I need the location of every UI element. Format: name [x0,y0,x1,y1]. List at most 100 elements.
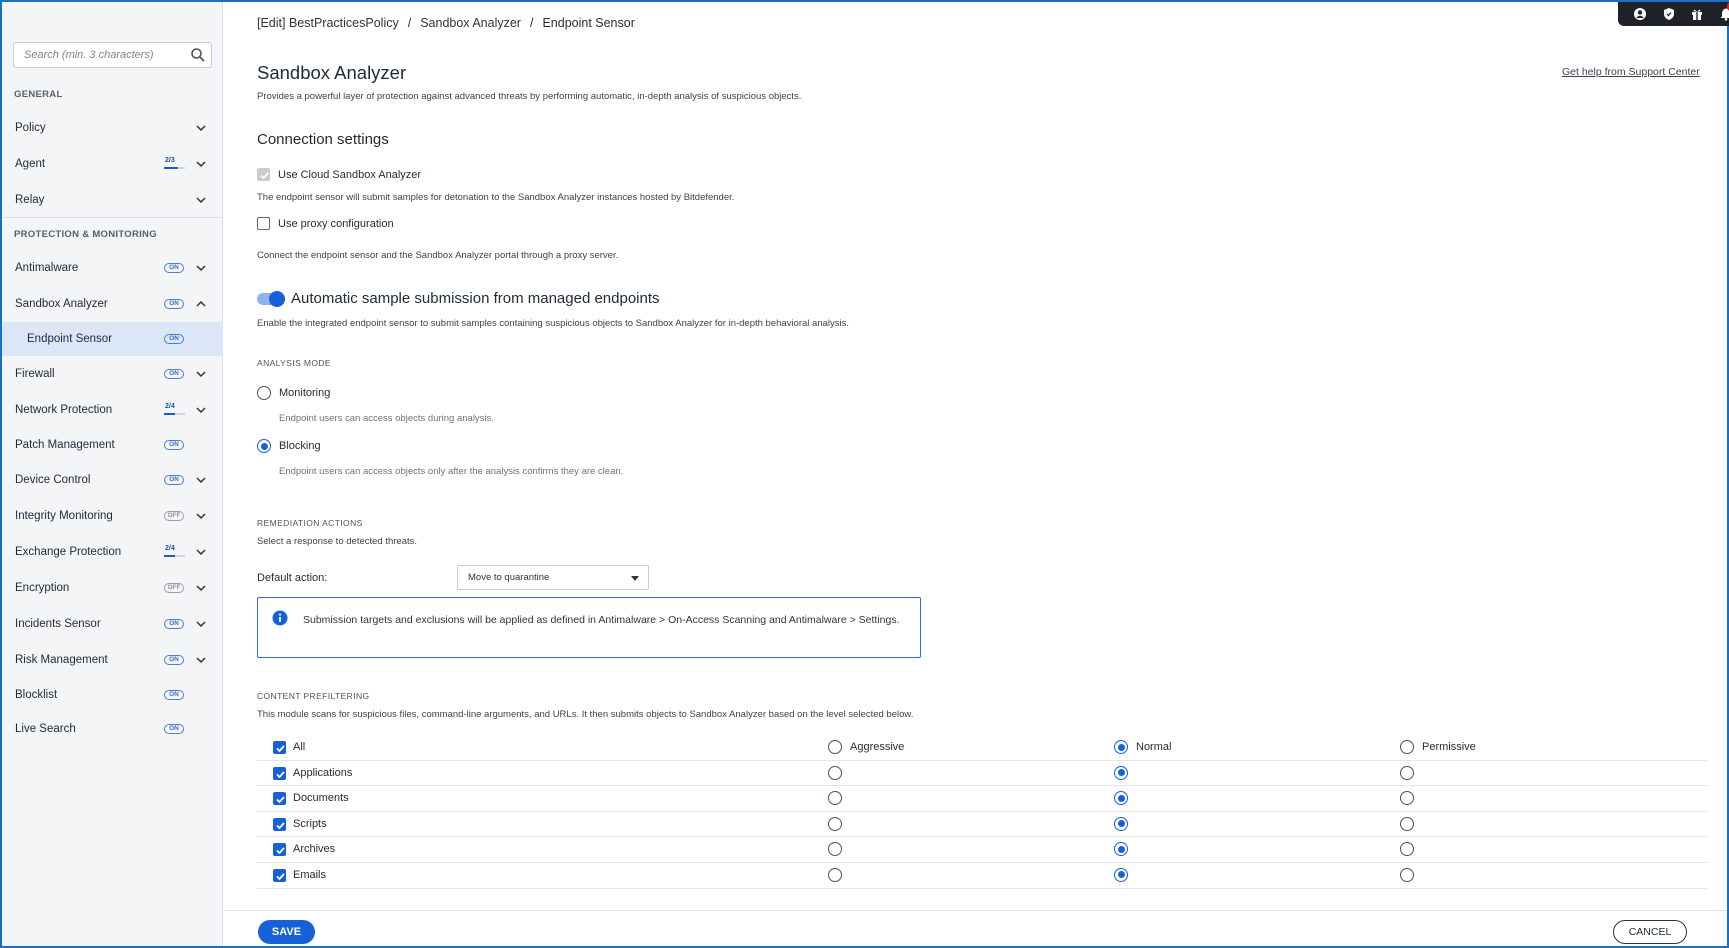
search-input[interactable] [14,43,186,67]
sidebar-item-agent[interactable]: Agent 2/3 [2,147,223,181]
normal-radio[interactable] [1114,765,1128,780]
normal-label[interactable]: Normal [1136,741,1171,753]
normal-radio[interactable] [1114,867,1128,882]
sidebar-item-incidents-sensor[interactable]: Incidents Sensor ON [2,607,223,641]
all-checkbox[interactable] [273,741,286,754]
aggressive-radio[interactable] [828,867,842,882]
save-button[interactable]: SAVE [258,920,315,944]
normal-radio[interactable] [1114,816,1128,831]
search-icon[interactable] [190,47,206,63]
sidebar-item-device-control[interactable]: Device Control ON [2,463,223,497]
status-badge: OFF [164,511,184,521]
chevron-down-icon[interactable] [195,158,207,170]
normal-radio[interactable] [1114,740,1128,754]
sidebar-item-endpoint-sensor[interactable]: Endpoint Sensor ON [2,322,223,356]
progress-fill [164,167,179,169]
permissive-radio[interactable] [1400,791,1414,806]
sidebar-item-label: Patch Management [15,439,115,451]
sidebar-item-sandbox-analyzer[interactable]: Sandbox Analyzer ON [2,287,223,321]
use-proxy-checkbox[interactable] [257,217,270,230]
emails-checkbox[interactable] [273,868,286,882]
sidebar-item-live-search[interactable]: Live Search ON [2,712,223,746]
page-description: Provides a powerful layer of protection … [257,91,802,102]
aggressive-radio[interactable] [828,816,842,831]
cancel-button[interactable]: CANCEL [1613,920,1687,944]
sidebar-item-label: Firewall [15,368,55,380]
shield-icon[interactable] [1662,7,1676,21]
documents-checkbox[interactable] [273,792,286,806]
status-badge: ON [164,334,184,344]
chevron-down-icon[interactable] [195,404,207,416]
permissive-radio[interactable] [1400,740,1414,754]
archives-checkbox[interactable] [273,843,286,857]
chevron-down-icon[interactable] [195,510,207,522]
default-action-select[interactable]: Move to quarantine [457,565,649,590]
aggressive-radio[interactable] [828,791,842,806]
support-center-link[interactable]: Get help from Support Center [1562,66,1700,78]
blocking-label[interactable]: Blocking [279,440,321,452]
sidebar-item-label: Incidents Sensor [15,618,101,630]
normal-radio[interactable] [1114,842,1128,857]
chevron-down-icon[interactable] [195,122,207,134]
monitoring-radio[interactable] [257,386,271,400]
permissive-radio[interactable] [1400,816,1414,831]
chevron-down-icon[interactable] [195,368,207,380]
sidebar-item-label: Risk Management [15,654,108,666]
breadcrumb-separator: / [529,16,534,30]
chevron-down-icon[interactable] [195,582,207,594]
auto-submission-toggle[interactable] [257,291,285,307]
aggressive-radio[interactable] [828,740,842,754]
chevron-down-icon[interactable] [195,262,207,274]
monitoring-description: Endpoint users can access objects during… [279,413,494,424]
sidebar-item-firewall[interactable]: Firewall ON [2,357,223,391]
sidebar-item-network-protection[interactable]: Network Protection 2/4 [2,393,223,427]
applications-checkbox[interactable] [273,766,286,780]
sidebar-item-patch-management[interactable]: Patch Management ON [2,428,223,462]
sidebar-item-blocklist[interactable]: Blocklist ON [2,678,223,712]
chevron-down-icon[interactable] [195,618,207,630]
sidebar-item-relay[interactable]: Relay [2,183,223,217]
notifications-button[interactable]: 1 [1719,1,1729,21]
gift-icon[interactable] [1690,7,1704,21]
user-icon[interactable] [1633,7,1647,21]
sidebar-item-policy[interactable]: Policy [2,111,223,145]
blocking-option[interactable]: Blocking [257,439,321,453]
aggressive-label[interactable]: Aggressive [850,741,904,753]
sidebar-item-exchange-protection[interactable]: Exchange Protection 2/4 [2,535,223,569]
checkmark-icon [276,796,285,804]
breadcrumb-policy[interactable]: [Edit] BestPracticesPolicy [257,16,399,30]
sidebar-item-antimalware[interactable]: Antimalware ON [2,251,223,285]
aggressive-radio[interactable] [828,765,842,780]
checkmark-icon [276,873,285,881]
chevron-down-icon[interactable] [195,546,207,558]
chevron-down-icon[interactable] [195,474,207,486]
monitoring-label[interactable]: Monitoring [279,387,330,399]
chevron-down-icon[interactable] [195,194,207,206]
scripts-checkbox[interactable] [273,817,286,831]
status-badge: ON [164,440,184,450]
status-badge: ON [164,724,184,734]
progress-fill [164,413,175,415]
search-box[interactable] [13,42,212,68]
footer-divider [223,910,1727,911]
sidebar-item-risk-management[interactable]: Risk Management ON [2,643,223,677]
chevron-down-icon[interactable] [195,654,207,666]
sidebar-item-integrity-monitoring[interactable]: Integrity Monitoring OFF [2,499,223,533]
use-proxy-row[interactable]: Use proxy configuration [257,217,394,230]
chevron-up-icon[interactable] [195,298,207,310]
remediation-actions-title: REMEDIATION ACTIONS [257,518,363,528]
remediation-description: Select a response to detected threats. [257,536,418,547]
use-proxy-label[interactable]: Use proxy configuration [278,218,394,230]
sidebar-item-encryption[interactable]: Encryption OFF [2,571,223,605]
permissive-radio[interactable] [1400,765,1414,780]
aggressive-radio[interactable] [828,842,842,857]
status-badge: ON [164,369,184,379]
progress-bar [164,413,185,415]
breadcrumb-sandbox-analyzer[interactable]: Sandbox Analyzer [420,16,521,30]
permissive-radio[interactable] [1400,867,1414,882]
normal-radio[interactable] [1114,791,1128,806]
permissive-radio[interactable] [1400,842,1414,857]
monitoring-option[interactable]: Monitoring [257,386,330,400]
permissive-label[interactable]: Permissive [1422,741,1476,753]
blocking-radio[interactable] [257,439,271,453]
